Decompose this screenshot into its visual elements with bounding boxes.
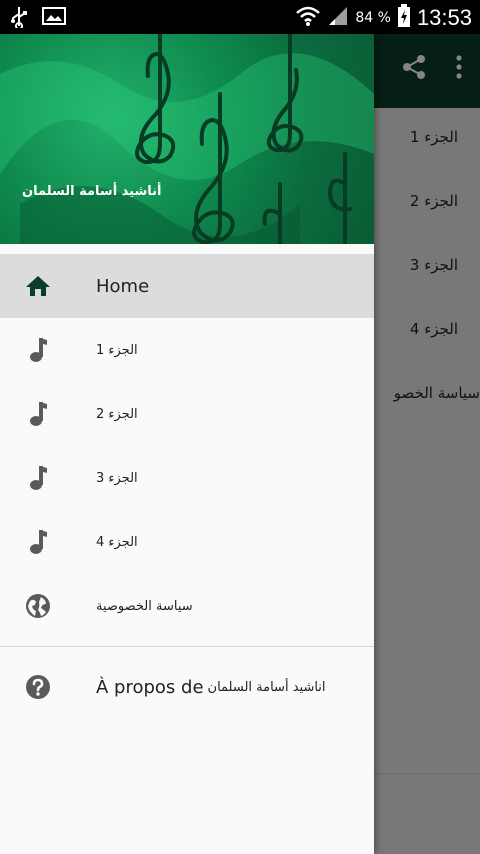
menu-item-part-3[interactable]: الجزء 3 <box>0 446 374 510</box>
menu-item-label: سياسة الخصوصية <box>96 598 193 614</box>
menu-item-label: الجزء 2 <box>96 406 138 422</box>
about-label: À propos de اناشيد أسامة السلمان <box>96 677 326 698</box>
music-note-icon <box>24 464 52 492</box>
battery-charging-icon <box>397 4 411 32</box>
menu-item-label: الجزء 4 <box>96 534 138 550</box>
about-app-name: اناشيد أسامة السلمان <box>207 679 326 695</box>
music-note-icon <box>24 336 52 364</box>
menu-item-label: الجزء 1 <box>96 342 138 358</box>
navigation-drawer: أناشيد أسامة السلمان Home الجزء 1 الجزء … <box>0 34 374 854</box>
help-icon <box>24 673 52 701</box>
menu-item-part-1[interactable]: الجزء 1 <box>0 318 374 382</box>
menu-item-label: Home <box>96 275 150 297</box>
menu-item-about[interactable]: À propos de اناشيد أسامة السلمان <box>0 655 374 719</box>
music-note-icon <box>24 400 52 428</box>
menu-item-privacy-policy[interactable]: سياسة الخصوصية <box>0 574 374 638</box>
drawer-menu: Home الجزء 1 الجزء 2 الجزء 3 الجزء 4 سيا… <box>0 254 374 719</box>
about-prefix: À propos de <box>96 676 204 698</box>
menu-item-home[interactable]: Home <box>0 254 374 318</box>
usb-icon <box>10 6 28 32</box>
battery-percent: 84 % <box>355 10 391 26</box>
menu-divider <box>0 646 374 647</box>
music-notes-artwork <box>0 34 374 244</box>
wifi-icon <box>295 5 321 31</box>
menu-item-part-4[interactable]: الجزء 4 <box>0 510 374 574</box>
signal-icon <box>327 5 349 31</box>
drawer-header-title: أناشيد أسامة السلمان <box>22 184 162 199</box>
drawer-header: أناشيد أسامة السلمان <box>0 34 374 244</box>
menu-item-label: الجزء 3 <box>96 470 138 486</box>
home-icon <box>24 272 52 300</box>
music-note-icon <box>24 528 52 556</box>
image-icon <box>42 6 66 32</box>
status-bar: 84 % 13:53 <box>0 0 480 34</box>
globe-icon <box>24 592 52 620</box>
menu-item-part-2[interactable]: الجزء 2 <box>0 382 374 446</box>
clock: 13:53 <box>416 5 472 30</box>
